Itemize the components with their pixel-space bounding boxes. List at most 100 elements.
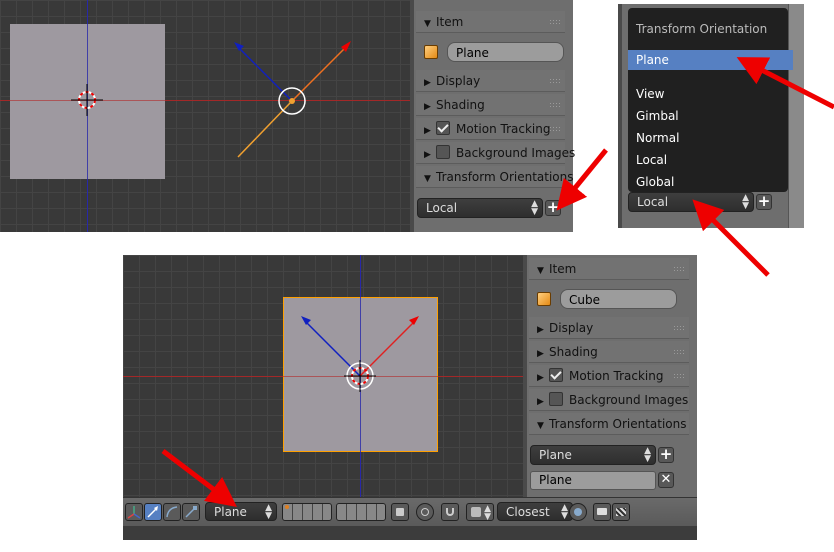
manipulator-toggle-button[interactable]: [125, 503, 143, 521]
collapsed-triangle-icon: ▶: [424, 126, 431, 136]
manipulator-icon: [127, 506, 141, 519]
add-orientation-button[interactable]: +: [545, 200, 561, 216]
motion-tracking-panel-header[interactable]: ▶ Motion Tracking: [416, 118, 565, 140]
snap-toggle-button[interactable]: [441, 503, 459, 521]
menu-title: Transform Orientation: [636, 22, 768, 36]
grip-icon[interactable]: [673, 349, 685, 355]
menu-crop-dropdown-value: Local: [637, 195, 669, 209]
menu-crop-orientation-dropdown[interactable]: Local ▲ ▼: [628, 192, 754, 212]
updown-arrows-icon: ▲ ▼: [644, 446, 651, 464]
delete-orientation-button[interactable]: ✕: [658, 472, 674, 488]
object-name-field[interactable]: Plane: [447, 42, 564, 62]
motion-tracking-panel-header[interactable]: ▶ Motion Tracking: [529, 365, 689, 387]
menu-item-normal[interactable]: Normal: [636, 128, 679, 148]
motion-tracking-checkbox[interactable]: [549, 368, 563, 382]
transform-orientations-panel-header[interactable]: ▼ Transform Orientations: [529, 413, 689, 435]
panel-divider: [523, 255, 527, 497]
background-images-panel-header[interactable]: ▶ Background Images: [529, 389, 689, 411]
toolbar-orientation-dropdown[interactable]: Plane ▲ ▼: [205, 502, 277, 521]
scale-manipulator-button[interactable]: [182, 503, 200, 521]
collapsed-triangle-icon: ▶: [424, 102, 431, 112]
bottom-viewport-overlay: [301, 316, 419, 392]
region-edge: [788, 4, 804, 228]
display-panel-header[interactable]: ▶ Display: [416, 70, 565, 92]
motion-tracking-checkbox[interactable]: [436, 121, 450, 135]
top-viewport[interactable]: [0, 0, 410, 232]
updown-arrows-icon: ▲ ▼: [265, 503, 272, 521]
rotate-manipulator-button[interactable]: [163, 503, 181, 521]
collapsed-triangle-icon: ▶: [537, 325, 544, 335]
transform-orientations-label: Transform Orientations: [549, 417, 687, 431]
grip-icon[interactable]: [549, 102, 561, 108]
add-orientation-button[interactable]: +: [658, 447, 674, 463]
background-images-checkbox[interactable]: [436, 145, 450, 159]
display-label: Display: [549, 321, 594, 335]
orientation-name-field[interactable]: Plane: [530, 471, 656, 490]
menu-crop-add-button[interactable]: +: [756, 194, 772, 210]
menu-item-plane[interactable]: Plane: [636, 50, 669, 70]
updown-arrows-icon: ▲ ▼: [484, 504, 491, 522]
orientation-dropdown[interactable]: Plane ▲ ▼: [530, 445, 656, 465]
background-images-panel-header[interactable]: ▶ Background Images: [416, 142, 575, 164]
expanded-triangle-icon: ▼: [537, 266, 544, 276]
plus-icon: +: [659, 445, 673, 463]
viewport-overlay: [71, 41, 351, 158]
item-panel-header[interactable]: ▼ Item: [416, 11, 565, 33]
collapsed-triangle-icon: ▶: [424, 150, 431, 160]
layer-buttons-group-2[interactable]: [336, 503, 386, 521]
arrow-icon: [147, 506, 158, 518]
shading-label: Shading: [549, 345, 598, 359]
shading-panel-header[interactable]: ▶ Shading: [416, 94, 565, 116]
object-name-field[interactable]: Cube: [560, 289, 677, 309]
expanded-triangle-icon: ▼: [424, 19, 431, 29]
align-rotation-button[interactable]: [569, 503, 587, 521]
updown-arrows-icon: ▲ ▼: [531, 199, 538, 217]
proportional-edit-button[interactable]: [416, 503, 434, 521]
grip-icon[interactable]: [549, 78, 561, 84]
menu-item-view[interactable]: View: [636, 84, 664, 104]
magnet-icon: [446, 508, 454, 516]
snap-target-value: Closest: [506, 505, 550, 519]
collapsed-triangle-icon: ▶: [537, 373, 544, 383]
translate-manipulator-button[interactable]: [144, 503, 162, 521]
layer-buttons-group-1[interactable]: [282, 503, 332, 521]
collapsed-triangle-icon: ▶: [424, 78, 431, 88]
grip-icon[interactable]: [673, 325, 685, 331]
grip-icon[interactable]: [549, 19, 561, 25]
render-animation-button[interactable]: [612, 503, 630, 521]
lock-camera-button[interactable]: [391, 503, 409, 521]
align-rotation-icon: [574, 508, 582, 516]
background-images-checkbox[interactable]: [549, 392, 563, 406]
snap-target-dropdown[interactable]: Closest ▲ ▼: [497, 502, 573, 521]
collapsed-triangle-icon: ▶: [537, 397, 544, 407]
orientation-dropdown-value: Plane: [539, 448, 572, 462]
grip-icon[interactable]: [673, 373, 685, 379]
render-opengl-button[interactable]: [593, 503, 611, 521]
clapperboard-icon: [616, 508, 626, 516]
transform-orientations-label: Transform Orientations: [436, 170, 574, 184]
menu-item-gimbal[interactable]: Gimbal: [636, 106, 679, 126]
updown-arrows-icon: ▲ ▼: [742, 193, 749, 211]
expanded-triangle-icon: ▼: [537, 421, 544, 431]
transform-orientations-panel-header[interactable]: ▼ Transform Orientations: [416, 166, 574, 188]
display-panel-header[interactable]: ▶ Display: [529, 317, 689, 339]
bottom-properties-panel: ▼ Item Cube ▶ Display ▶ Shading ▶ Motion Tra…: [523, 255, 697, 497]
shading-panel-header[interactable]: ▶ Shading: [529, 341, 689, 363]
menu-item-global[interactable]: Global: [636, 172, 674, 192]
item-panel-header[interactable]: ▼ Item: [529, 258, 689, 280]
shading-label: Shading: [436, 98, 485, 112]
panel-divider: [618, 4, 622, 228]
orientation-dropdown[interactable]: Local ▲ ▼: [417, 198, 543, 218]
grip-icon[interactable]: [673, 266, 685, 272]
menu-item-local[interactable]: Local: [636, 150, 667, 170]
active-layer-dot: [285, 505, 289, 509]
snap-element-dropdown[interactable]: ▲ ▼: [466, 503, 494, 522]
grip-icon[interactable]: [549, 126, 561, 132]
item-header-label: Item: [436, 15, 464, 29]
rotate-icon: [166, 506, 178, 518]
lock-icon: [396, 508, 404, 516]
expanded-triangle-icon: ▼: [424, 174, 431, 184]
viewport-header-toolbar: Plane ▲ ▼ ▲ ▼ Closest ▲ ▼: [123, 497, 697, 526]
bottom-viewport[interactable]: [123, 255, 527, 497]
cube-icon: [537, 292, 551, 306]
